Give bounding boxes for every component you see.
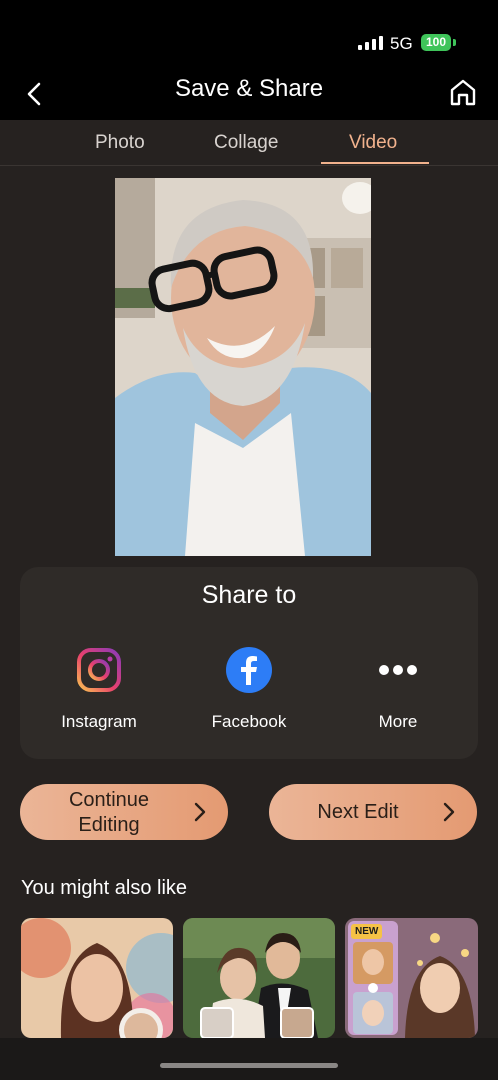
share-more-button[interactable]: More [338,647,458,732]
share-title: Share to [201,581,297,609]
signal-strength-icon [358,36,383,50]
facebook-icon [226,647,272,693]
next-edit-button[interactable]: Next Edit [269,784,477,840]
recommendations-title: You might also like [21,877,188,899]
tab-video[interactable]: Video [349,132,397,154]
navigation-bar: Save & Share [0,70,498,120]
home-icon [450,79,476,106]
recommendation-card[interactable] [183,918,335,1038]
continue-editing-label: Continue Editing [68,789,150,836]
share-facebook-label: Facebook [211,712,287,731]
video-preview[interactable] [115,178,371,556]
home-indicator[interactable] [160,1063,338,1068]
recommendation-image [21,918,173,1038]
tab-collage[interactable]: Collage [214,132,278,154]
next-edit-label: Next Edit [317,801,399,823]
share-instagram-button[interactable]: Instagram [39,647,159,732]
instagram-icon [77,648,121,692]
chevron-right-icon [443,802,455,822]
more-dots-icon [379,665,417,675]
recommendation-card[interactable] [21,918,173,1038]
share-facebook-button[interactable]: Facebook [189,647,309,732]
chevron-right-icon [194,802,206,822]
battery-tip [453,39,456,46]
tab-photo[interactable]: Photo [95,132,145,154]
active-tab-indicator [321,162,429,164]
status-bar: 5G 100 [0,0,498,70]
continue-editing-button[interactable]: Continue Editing [20,784,228,840]
tab-bar: Photo Collage Video [0,120,498,166]
page-title: Save & Share [174,75,324,102]
network-type: 5G [390,34,413,53]
recommendation-card[interactable]: NEW [345,918,478,1038]
bottom-bar [0,1038,498,1080]
preview-image [115,178,371,556]
new-badge: NEW [351,924,383,939]
share-more-label: More [378,712,418,731]
battery-icon: 100 [421,34,451,51]
share-panel: Share to Instagram Facebook More [20,567,478,759]
recommendation-image [183,918,335,1038]
home-button[interactable] [448,76,478,108]
share-instagram-label: Instagram [61,712,137,731]
